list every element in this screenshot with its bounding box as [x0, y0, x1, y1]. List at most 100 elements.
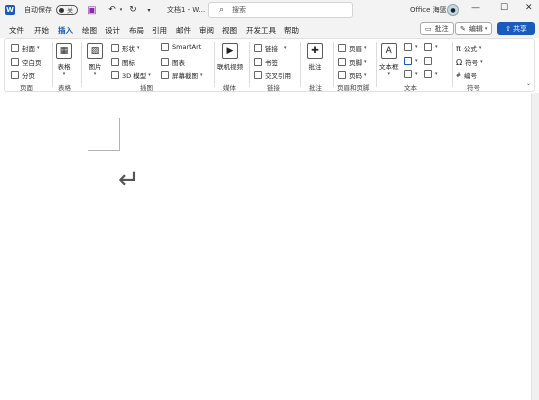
- group-label-media: 媒体: [223, 84, 236, 92]
- avatar[interactable]: ●: [447, 4, 459, 16]
- date-time-button[interactable]: [424, 57, 435, 65]
- page-number-button[interactable]: 页码 ▾: [338, 70, 367, 80]
- group-label-header-footer: 页眉和页脚: [337, 84, 370, 92]
- tab-developer[interactable]: 开发工具: [246, 25, 276, 36]
- comment-icon: ✚: [307, 43, 323, 59]
- search-icon: ⌕: [219, 5, 225, 15]
- new-comment-label: 批注: [308, 63, 322, 71]
- 3d-model-label: 3D 模型: [122, 72, 147, 80]
- table-label: 表格: [57, 63, 71, 71]
- cross-reference-button[interactable]: 交叉引用: [254, 70, 291, 80]
- toggle-knob-icon: [59, 7, 64, 13]
- page-break-button[interactable]: 分页: [11, 70, 35, 80]
- undo-icon[interactable]: ↶: [106, 4, 118, 16]
- object-button[interactable]: ▾: [424, 70, 438, 78]
- page-break-icon: [11, 71, 19, 79]
- divider: [333, 42, 334, 87]
- group-label-pages: 页面: [20, 84, 33, 92]
- ribbon-collapse-icon[interactable]: ⌄: [526, 80, 531, 87]
- table-button[interactable]: ▦ 表格 ▾: [56, 43, 72, 77]
- tab-home[interactable]: 开始: [34, 25, 49, 36]
- chevron-down-icon: ▾: [364, 72, 367, 78]
- quick-parts-button[interactable]: ▾: [404, 43, 418, 51]
- ribbon-tabs: 文件 开始 插入 绘图 设计 布局 引用 邮件 审阅 视图 开发工具 帮助 ▭ …: [0, 20, 539, 40]
- wordart-icon: [404, 57, 412, 65]
- group-label-symbols: 符号: [467, 84, 480, 92]
- tab-draw[interactable]: 绘图: [82, 25, 97, 36]
- blank-page-icon: [11, 58, 19, 66]
- divider: [249, 42, 250, 87]
- blank-page-button[interactable]: 空白页: [11, 57, 42, 67]
- search-box[interactable]: ⌕ 搜索: [208, 2, 353, 18]
- tab-insert[interactable]: 插入: [58, 25, 73, 40]
- tab-layout[interactable]: 布局: [129, 25, 144, 36]
- maximize-button[interactable]: ☐: [500, 3, 508, 13]
- group-label-text: 文本: [404, 84, 417, 92]
- smartart-button[interactable]: SmartArt: [161, 43, 201, 51]
- save-icon[interactable]: ▣: [86, 4, 98, 16]
- tab-help[interactable]: 帮助: [284, 25, 299, 36]
- document-canvas[interactable]: [0, 93, 531, 400]
- redo-icon[interactable]: ↻: [127, 4, 139, 16]
- equation-label: 公式: [463, 45, 477, 53]
- chevron-down-icon: ▾: [478, 45, 482, 51]
- share-button[interactable]: ⇧ 共享: [497, 22, 535, 35]
- divider: [81, 42, 82, 87]
- chevron-down-icon: ▾: [93, 71, 97, 77]
- header-icon: [338, 44, 346, 52]
- tab-review[interactable]: 审阅: [199, 25, 214, 36]
- minimize-button[interactable]: —: [471, 3, 480, 13]
- footer-button[interactable]: 页脚 ▾: [338, 57, 367, 67]
- drop-cap-button[interactable]: ▾: [404, 70, 418, 78]
- textbox-button[interactable]: A 文本框 ▾: [379, 43, 399, 77]
- omega-icon: Ω: [456, 57, 463, 67]
- symbol-button[interactable]: Ω 符号 ▾: [456, 57, 483, 68]
- cross-reference-label: 交叉引用: [265, 72, 291, 80]
- chevron-down-icon: ▾: [200, 72, 203, 78]
- number-label: 编号: [464, 72, 478, 80]
- divider: [52, 42, 53, 87]
- customize-toolbar-icon[interactable]: ▾: [143, 4, 155, 16]
- bookmark-button[interactable]: 书签: [254, 57, 278, 67]
- bookmark-icon: [254, 58, 262, 66]
- close-button[interactable]: ✕: [525, 3, 533, 13]
- new-comment-button[interactable]: ✚ 批注: [307, 43, 323, 71]
- blank-page-label: 空白页: [22, 59, 42, 67]
- cover-page-button[interactable]: 封面 ▾: [11, 43, 40, 53]
- comments-button[interactable]: ▭ 批注: [420, 22, 454, 35]
- shapes-button[interactable]: 形状 ▾: [111, 43, 140, 53]
- symbol-label: 符号: [465, 59, 479, 67]
- number-button[interactable]: # 编号: [456, 70, 478, 81]
- shapes-icon: [111, 44, 119, 52]
- link-button[interactable]: 链接 ▾: [254, 43, 287, 53]
- tab-view[interactable]: 视图: [222, 25, 237, 36]
- pencil-icon: ✎: [460, 24, 466, 33]
- share-label: 共享: [512, 24, 527, 33]
- drop-cap-icon: [404, 70, 412, 78]
- number-icon: #: [456, 71, 462, 79]
- vertical-scrollbar[interactable]: [531, 93, 539, 400]
- tab-design[interactable]: 设计: [105, 25, 120, 36]
- user-name[interactable]: Office 海篮: [410, 5, 447, 15]
- 3d-model-button[interactable]: 3D 模型 ▾: [111, 70, 151, 80]
- online-video-button[interactable]: ▶ 联机视频: [217, 43, 243, 71]
- equation-button[interactable]: π 公式 ▾: [456, 43, 482, 54]
- signature-line-button[interactable]: ▾: [424, 43, 438, 51]
- autosave-toggle[interactable]: 关: [56, 5, 78, 15]
- picture-button[interactable]: ▨ 图片 ▾: [87, 43, 103, 77]
- screenshot-button[interactable]: 屏幕截图 ▾: [161, 70, 203, 80]
- wordart-button[interactable]: ▾: [404, 57, 418, 65]
- page-break-label: 分页: [22, 72, 35, 80]
- divider: [376, 42, 377, 87]
- header-label: 页眉: [349, 45, 362, 53]
- icons-button[interactable]: 图标: [111, 57, 135, 67]
- header-button[interactable]: 页眉 ▾: [338, 43, 367, 53]
- undo-dropdown-icon[interactable]: ▾: [118, 4, 124, 16]
- tab-mailings[interactable]: 邮件: [176, 25, 191, 36]
- page-number-label: 页码: [349, 72, 362, 80]
- chart-button[interactable]: 图表: [161, 57, 185, 67]
- tab-references[interactable]: 引用: [152, 25, 167, 36]
- editing-mode-button[interactable]: ✎ 编辑 ▾: [455, 22, 493, 35]
- tab-file[interactable]: 文件: [9, 25, 24, 36]
- group-label-links: 链接: [267, 84, 280, 92]
